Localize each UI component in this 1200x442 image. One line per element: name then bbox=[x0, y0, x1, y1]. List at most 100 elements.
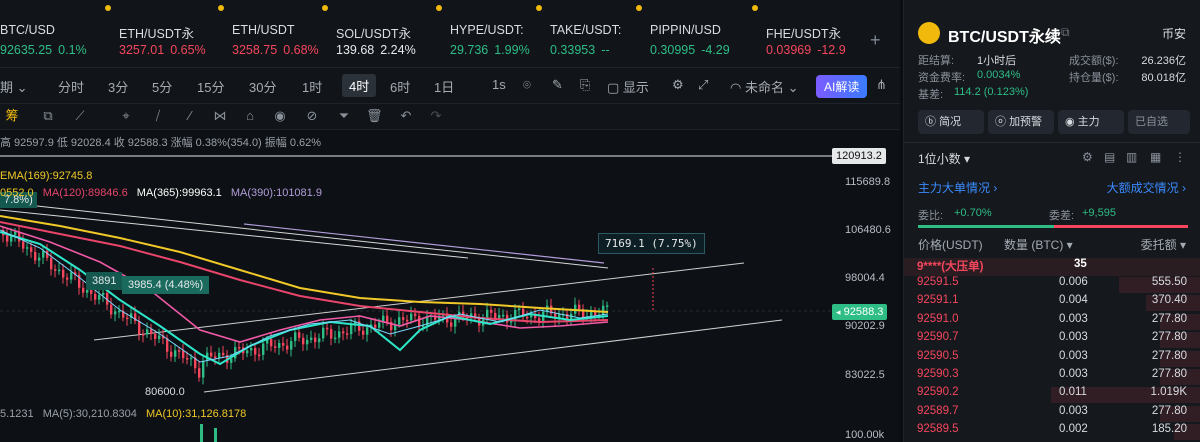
candle-body bbox=[410, 313, 413, 321]
overview-button[interactable]: ⓑ 简况 bbox=[918, 110, 984, 134]
ask-price: 92591.1 bbox=[917, 294, 959, 307]
ratio-bar bbox=[918, 225, 1188, 228]
watchlist-button[interactable]: 已自选 bbox=[1128, 110, 1190, 134]
undo-icon[interactable]: ↶ bbox=[398, 108, 414, 124]
big-trades-link[interactable]: 大额成交情况 › bbox=[1107, 179, 1186, 196]
ticker-change: 1.99% bbox=[494, 43, 530, 57]
col-amount-header[interactable]: 委托额 ▾ bbox=[1141, 236, 1186, 253]
vol-ma10-value: MA(10):31,126.8178 bbox=[145, 408, 247, 420]
candle-body bbox=[142, 334, 145, 336]
interval-tab[interactable]: 30分 bbox=[249, 77, 276, 96]
copy-icon[interactable]: ⧉ bbox=[1061, 25, 1070, 40]
edit-shape-icon[interactable]: ⧉ bbox=[40, 108, 56, 124]
ask-qty: 0.003 bbox=[1059, 368, 1088, 380]
candle-body bbox=[498, 314, 501, 319]
pen-icon[interactable]: ✎ bbox=[552, 77, 563, 93]
candle-body bbox=[330, 329, 333, 339]
main-force-button[interactable]: ◉ 主力 bbox=[1058, 110, 1124, 134]
interval-tab[interactable]: 15分 bbox=[197, 77, 224, 96]
ticker-change: 2.24% bbox=[380, 43, 416, 57]
ask-price: 92589.7 bbox=[917, 404, 959, 417]
one-second-button[interactable]: 1s bbox=[492, 77, 506, 92]
candle-body bbox=[518, 308, 521, 311]
candle-body bbox=[494, 312, 497, 319]
interval-tab[interactable]: 6时 bbox=[390, 77, 410, 96]
orderbook-row[interactable]: 92590.5 0.003 277.80 bbox=[904, 350, 1200, 368]
turnover-label: 成交额($): bbox=[1069, 55, 1119, 67]
ruler-icon[interactable]: ⧸ bbox=[150, 108, 166, 124]
interval-tab[interactable]: 1时 bbox=[302, 77, 322, 96]
orderbook-row[interactable]: 92590.3 0.003 277.80 bbox=[904, 368, 1200, 386]
interval-tab[interactable]: 5分 bbox=[152, 77, 172, 96]
interval-tab[interactable]: 分时 bbox=[58, 77, 84, 96]
candle-body bbox=[298, 332, 301, 338]
trash-icon[interactable]: 🗑 bbox=[366, 108, 383, 124]
orderbook-row[interactable]: 92589.7 0.003 277.80 bbox=[904, 405, 1200, 423]
measure-tag-b: 3985.4 (4.48%) bbox=[122, 276, 210, 294]
orderbook-row[interactable]: 92589.5 0.002 185.20 bbox=[904, 423, 1200, 441]
candle-body bbox=[146, 329, 149, 335]
orderbook-row[interactable]: 92591.0 0.003 277.80 bbox=[904, 313, 1200, 331]
layout-bid-icon[interactable]: ▦ bbox=[1150, 150, 1161, 164]
interval-bar: 期 ⌄ 分时 3分 5分 15分 30分 1时 4时 6时 1日 1s ⌾ ✎ ⎘ ▢ 显示 ⚙… bbox=[0, 68, 900, 104]
ticker-price: 0.33953 -- bbox=[550, 43, 610, 57]
candle-body bbox=[262, 343, 265, 355]
candle-body bbox=[170, 351, 173, 357]
candle-body bbox=[150, 329, 153, 335]
link-icon[interactable]: ⊘ bbox=[304, 108, 320, 124]
candle-body bbox=[154, 334, 157, 339]
orderbook-row[interactable]: 92590.7 0.003 277.80 bbox=[904, 331, 1200, 349]
settings-icon[interactable]: ⚙ bbox=[672, 77, 684, 93]
lock-icon[interactable]: ⌂ bbox=[242, 108, 258, 124]
binance-logo-icon bbox=[918, 22, 940, 44]
candle-body bbox=[22, 241, 25, 249]
chips-label[interactable]: 筹 bbox=[4, 108, 20, 124]
layout-dropdown[interactable]: ◠ 未命名 ⌄ bbox=[730, 77, 799, 96]
col-qty-header[interactable]: 数量 (BTC) ▾ bbox=[1004, 236, 1073, 253]
cursor-icon[interactable]: ⌖ bbox=[118, 108, 134, 124]
candles bbox=[2, 225, 609, 385]
ma390-value: MA(390):101081.9 bbox=[230, 187, 322, 199]
share-icon[interactable]: ⎘ bbox=[580, 77, 590, 93]
orderbook-row[interactable]: 92590.2 0.011 1.019K bbox=[904, 386, 1200, 404]
interval-tab[interactable]: 4时 bbox=[342, 74, 377, 97]
candle-body bbox=[254, 347, 257, 355]
funding-label: 资金费率: bbox=[918, 72, 966, 84]
exchange-label[interactable]: 币安 bbox=[1162, 25, 1186, 42]
interval-tab[interactable]: 3分 bbox=[108, 77, 128, 96]
layout-both-icon[interactable]: ▤ bbox=[1104, 150, 1115, 164]
layout-ask-icon[interactable]: ▥ bbox=[1126, 150, 1137, 164]
display-menu[interactable]: ▢ 显示 bbox=[607, 77, 649, 96]
candle-body bbox=[62, 269, 65, 278]
candle-body bbox=[178, 350, 181, 352]
add-alert-button[interactable]: ⓞ 加预警 bbox=[988, 110, 1054, 134]
pressure-row[interactable]: 9****(大压单) 35 bbox=[904, 258, 1200, 276]
add-ticker-button[interactable]: + bbox=[870, 30, 881, 51]
candle-body bbox=[202, 360, 205, 378]
magnet-icon[interactable]: ⋈ bbox=[212, 108, 228, 124]
interval-tab[interactable]: 1日 bbox=[434, 77, 454, 96]
brush-icon[interactable]: ⟋ bbox=[72, 108, 88, 124]
redo-icon[interactable]: ↷ bbox=[428, 108, 444, 124]
more-icon[interactable]: ⋮ bbox=[1174, 150, 1186, 164]
ma-value: 0552.0 bbox=[0, 187, 34, 199]
big-orders-link[interactable]: 主力大单情况 › bbox=[918, 179, 997, 196]
axis-tick: 83022.5 bbox=[845, 369, 885, 381]
orderbook-row[interactable]: 92591.5 0.006 555.50 bbox=[904, 276, 1200, 294]
line-tool-icon[interactable]: ∕ bbox=[182, 108, 198, 124]
basis-value: 114.2 (0.123%) bbox=[954, 86, 1029, 98]
filter-icon[interactable]: ⏷ bbox=[336, 108, 352, 124]
ai-analysis-button[interactable]: AI解读 bbox=[816, 75, 868, 98]
fullscreen-icon[interactable]: ⤢ bbox=[698, 77, 708, 93]
gear-icon[interactable]: ⚙ bbox=[1082, 150, 1093, 164]
candle-body bbox=[50, 257, 53, 270]
precision-dropdown[interactable]: 1位小数 ▾ bbox=[918, 150, 970, 167]
price-chart[interactable]: 120913.2 115689.8 106480.6 98004.4 ◂ 925… bbox=[0, 130, 900, 442]
camera-icon[interactable]: ⌾ bbox=[523, 77, 531, 93]
candle-body bbox=[422, 325, 425, 328]
ask-price: 92591.5 bbox=[917, 276, 959, 288]
eye-icon[interactable]: ◉ bbox=[272, 108, 288, 124]
orderbook-row[interactable]: 92591.1 0.004 370.40 bbox=[904, 294, 1200, 312]
period-dropdown[interactable]: 期 ⌄ bbox=[0, 77, 28, 96]
share-network-icon[interactable]: ⋔ bbox=[876, 77, 887, 93]
